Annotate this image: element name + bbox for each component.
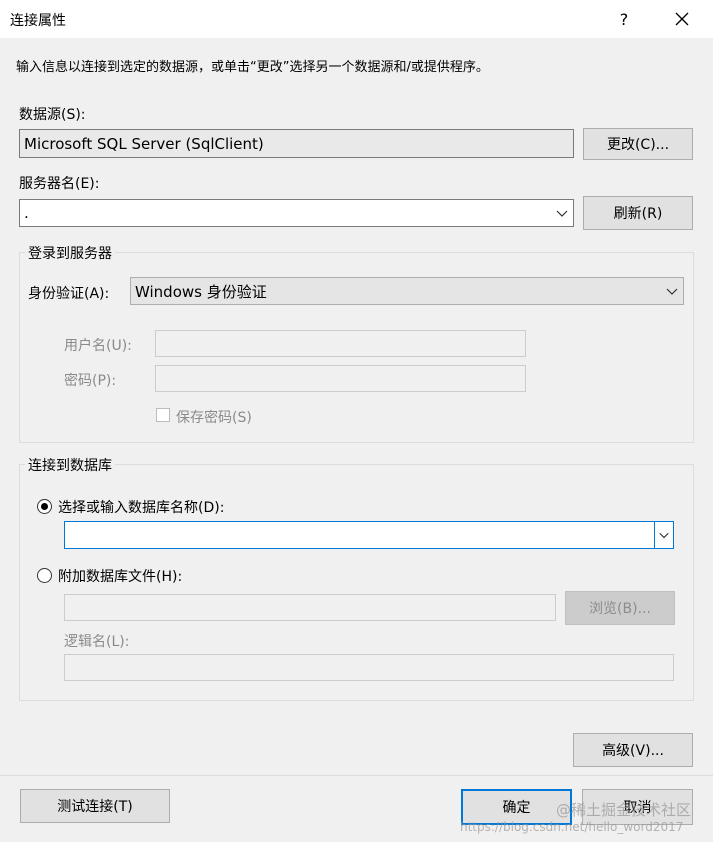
username-input[interactable] xyxy=(155,330,526,357)
chevron-down-icon xyxy=(659,532,669,539)
server-name-value: . xyxy=(24,204,29,222)
chevron-down-icon[interactable] xyxy=(555,206,569,220)
watermark: @稀土掘金技术社区 xyxy=(556,801,692,819)
watermark-url: https://blog.csdn.net/hello_word2017 xyxy=(460,820,684,834)
instruction-text: 输入信息以连接到选定的数据源，或单击“更改”选择另一个数据源和/或提供程序。 xyxy=(16,60,489,75)
auth-label: 身份验证(A): xyxy=(28,286,110,302)
database-dropdown-button[interactable] xyxy=(654,522,673,548)
change-data-source-button[interactable]: 更改(C)... xyxy=(583,128,693,160)
window-title: 连接属性 xyxy=(10,13,66,29)
close-icon xyxy=(675,12,689,26)
data-source-field: Microsoft SQL Server (SqlClient) xyxy=(19,129,574,158)
logical-name-input[interactable] xyxy=(64,654,674,681)
username-label: 用户名(U): xyxy=(64,338,132,354)
save-password-label: 保存密码(S) xyxy=(176,410,252,426)
select-db-radio[interactable] xyxy=(37,499,52,514)
browse-button[interactable]: 浏览(B)... xyxy=(565,591,675,625)
login-group-title: 登录到服务器 xyxy=(25,243,115,263)
test-connection-button[interactable]: 测试连接(T) xyxy=(20,789,170,823)
help-button[interactable]: ? xyxy=(601,0,647,38)
refresh-button[interactable]: 刷新(R) xyxy=(583,196,693,230)
chevron-down-icon[interactable] xyxy=(665,284,679,298)
attach-file-label: 附加数据库文件(H): xyxy=(58,569,183,585)
radio-dot xyxy=(41,503,48,510)
password-label: 密码(P): xyxy=(64,373,117,389)
password-input[interactable] xyxy=(155,365,526,392)
close-button[interactable] xyxy=(659,0,705,38)
attach-file-input[interactable] xyxy=(64,594,556,621)
server-name-combo[interactable]: . xyxy=(19,199,574,227)
server-name-label: 服务器名(E): xyxy=(19,176,100,192)
database-name-combo[interactable] xyxy=(64,521,674,549)
data-source-label: 数据源(S): xyxy=(19,107,86,123)
select-db-label: 选择或输入数据库名称(D): xyxy=(58,500,225,516)
advanced-button[interactable]: 高级(V)... xyxy=(573,733,693,767)
save-password-checkbox[interactable] xyxy=(156,408,170,422)
attach-file-radio[interactable] xyxy=(37,568,52,583)
logical-name-label: 逻辑名(L): xyxy=(64,634,130,650)
database-group-title: 连接到数据库 xyxy=(25,455,115,475)
auth-value: Windows 身份验证 xyxy=(135,282,267,301)
footer-divider xyxy=(0,775,713,776)
auth-combo[interactable]: Windows 身份验证 xyxy=(130,277,684,305)
